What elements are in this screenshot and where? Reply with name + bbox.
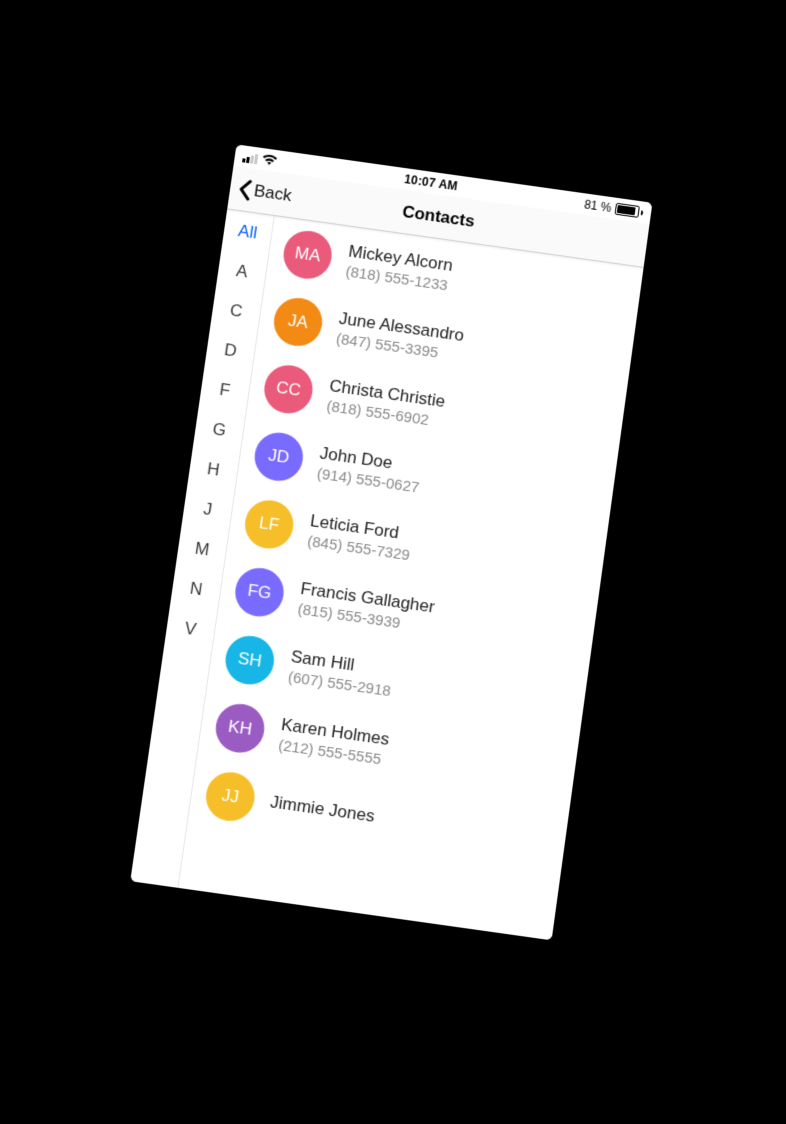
chevron-left-icon: [237, 177, 254, 201]
avatar: KH: [213, 700, 268, 755]
battery-icon: [614, 202, 643, 218]
contact-info: Christa Christie(818) 555-6902: [325, 375, 446, 430]
index-letter-g[interactable]: G: [211, 419, 227, 441]
battery-percentage: 81 %: [583, 197, 612, 215]
avatar: MA: [280, 227, 334, 281]
avatar: CC: [261, 362, 316, 416]
contact-info: John Doe(914) 555-0627: [316, 443, 424, 496]
contact-info: Francis Gallagher(815) 555-3939: [297, 578, 436, 636]
contact-name: Jimmie Jones: [269, 792, 376, 827]
avatar: LF: [242, 497, 297, 552]
contact-info: Mickey Alcorn(818) 555-1233: [345, 241, 454, 294]
avatar: FG: [232, 564, 287, 619]
cellular-signal-icon: [242, 150, 258, 163]
avatar: SH: [222, 632, 277, 687]
clock: 10:07 AM: [403, 172, 458, 193]
index-letter-j[interactable]: J: [202, 499, 213, 520]
avatar: JJ: [203, 769, 258, 824]
back-label: Back: [253, 180, 293, 205]
index-letter-c[interactable]: C: [229, 300, 244, 321]
contact-info: Karen Holmes(212) 555-5555: [277, 714, 390, 768]
index-letter-f[interactable]: F: [218, 379, 231, 400]
index-letter-d[interactable]: D: [223, 340, 238, 362]
contact-info: Leticia Ford(845) 555-7329: [306, 510, 414, 563]
index-letter-m[interactable]: M: [193, 538, 210, 560]
avatar: JA: [271, 294, 325, 348]
index-letter-h[interactable]: H: [206, 459, 221, 481]
contact-info: Sam Hill(607) 555-2918: [287, 646, 395, 699]
index-letter-v[interactable]: V: [183, 618, 197, 640]
contact-info: Jimmie Jones: [269, 792, 376, 827]
contact-info: June Alessandro(847) 555-3395: [335, 308, 465, 364]
back-button[interactable]: Back: [231, 166, 298, 217]
avatar: JD: [252, 429, 307, 483]
page-title: Contacts: [401, 201, 476, 231]
index-letter-a[interactable]: A: [235, 261, 249, 282]
index-all[interactable]: All: [237, 221, 259, 243]
wifi-icon: [261, 153, 279, 167]
phone-screen: 10:07 AM 81 % Back Contacts AllACDFGHJMN: [130, 144, 652, 940]
index-letter-n[interactable]: N: [189, 578, 204, 600]
